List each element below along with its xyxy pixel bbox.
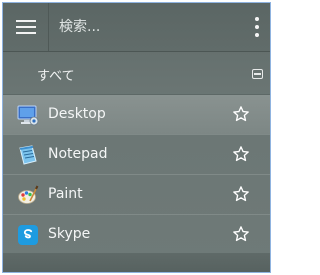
- menu-button[interactable]: [3, 3, 49, 51]
- desktop-icon: [17, 105, 39, 126]
- star-outline-icon[interactable]: [232, 185, 250, 203]
- app-label: Notepad: [48, 146, 108, 162]
- section-title: すべて: [37, 69, 75, 84]
- more-options-button[interactable]: [250, 17, 264, 37]
- search-input[interactable]: [59, 15, 229, 39]
- paint-palette-icon: [18, 185, 39, 204]
- app-list: Desktop Notepad Paint Skype: [3, 95, 270, 255]
- app-label: Skype: [48, 226, 91, 242]
- vertical-ellipsis-icon: [255, 17, 259, 21]
- star-outline-icon[interactable]: [232, 225, 250, 243]
- notepad-icon: [19, 145, 37, 165]
- search-toolbar: [3, 3, 270, 52]
- star-outline-icon[interactable]: [232, 145, 250, 163]
- list-item-notepad[interactable]: Notepad: [3, 135, 270, 175]
- skype-icon: [18, 225, 38, 245]
- list-item-skype[interactable]: Skype: [3, 215, 270, 255]
- app-label: Paint: [48, 186, 83, 202]
- panel-footer: [3, 253, 270, 272]
- list-item-desktop[interactable]: Desktop: [3, 95, 270, 135]
- section-header-all: すべて: [3, 52, 270, 95]
- app-label: Desktop: [48, 106, 106, 122]
- hamburger-icon: [15, 20, 36, 34]
- star-outline-icon[interactable]: [232, 105, 250, 123]
- collapse-box-icon[interactable]: [252, 69, 263, 79]
- app-launcher-panel: すべて Desktop: [2, 2, 271, 273]
- list-item-paint[interactable]: Paint: [3, 175, 270, 215]
